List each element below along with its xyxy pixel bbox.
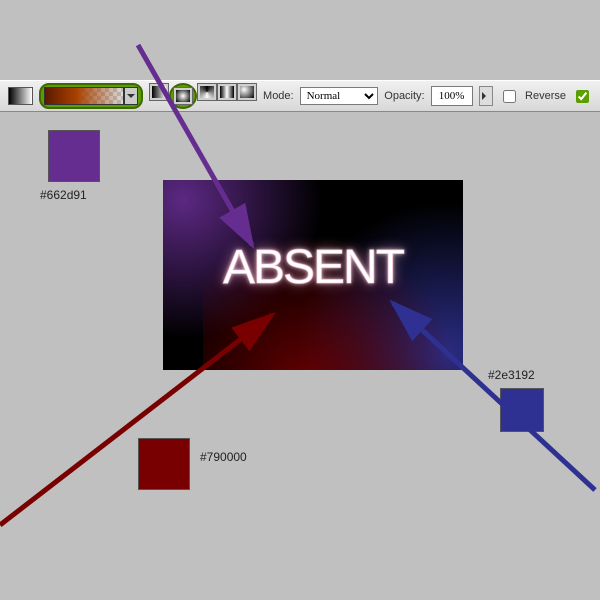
gradient-dropdown[interactable]: [124, 87, 138, 105]
mode-label: Mode:: [263, 90, 294, 102]
gradient-type-group: [149, 83, 257, 109]
gradient-angle-icon[interactable]: [197, 83, 217, 101]
dither-checkbox[interactable]: [576, 90, 589, 103]
artwork-text: ABSENT: [163, 240, 463, 295]
swatch-icon[interactable]: [8, 87, 33, 105]
gradient-preset-highlight: [39, 83, 143, 109]
reverse-checkbox[interactable]: [503, 90, 516, 103]
mode-select[interactable]: Normal: [300, 87, 379, 105]
swatch-blue: [500, 388, 544, 432]
opacity-input[interactable]: [431, 86, 473, 106]
swatch-purple: [48, 130, 100, 182]
hex-red: #790000: [200, 450, 247, 464]
hex-blue: #2e3192: [488, 368, 535, 382]
gradient-radial-icon[interactable]: [173, 87, 193, 105]
gradient-reflected-icon[interactable]: [217, 83, 237, 101]
canvas-preview: ABSENT: [163, 180, 463, 370]
gradient-toolbar: Mode: Normal Opacity: Reverse: [0, 80, 600, 112]
gradient-preview[interactable]: [44, 87, 124, 105]
gradient-linear-icon[interactable]: [149, 83, 169, 101]
opacity-label: Opacity:: [384, 90, 424, 102]
opacity-flyout[interactable]: [479, 86, 493, 106]
hex-purple: #662d91: [40, 188, 87, 202]
gradient-diamond-icon[interactable]: [237, 83, 257, 101]
swatch-red: [138, 438, 190, 490]
reverse-label: Reverse: [525, 90, 566, 102]
gradient-radial-highlight: [169, 83, 197, 109]
